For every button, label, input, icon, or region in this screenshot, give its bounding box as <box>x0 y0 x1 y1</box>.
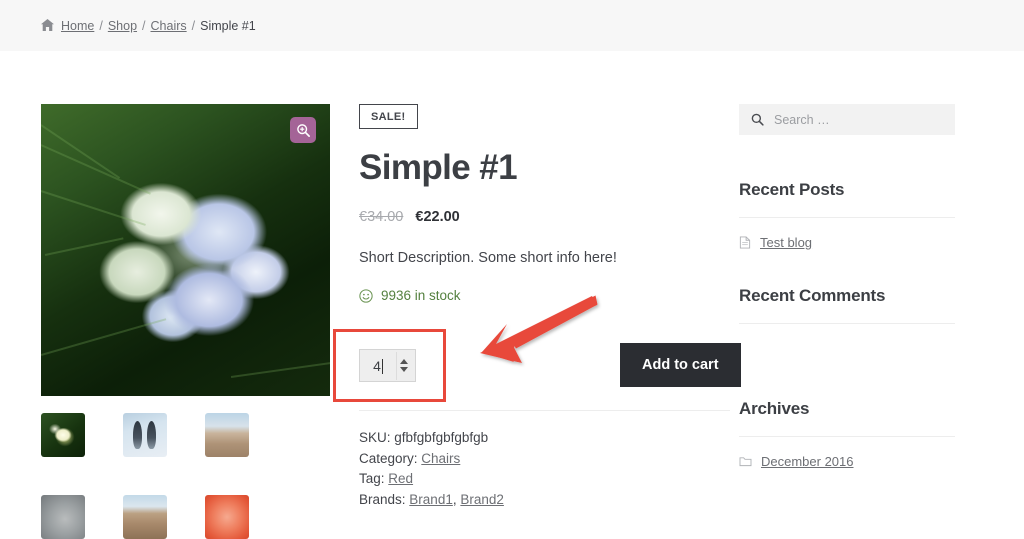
brands-label: Brands: <box>359 491 406 507</box>
recent-comments-empty <box>739 341 955 363</box>
image-zoom-button[interactable] <box>290 117 316 143</box>
quantity-value: 4 <box>373 357 381 374</box>
widget-title-archives: Archives <box>739 399 955 437</box>
document-icon <box>739 236 751 249</box>
add-to-cart-form: 4 Add to cart <box>333 329 741 402</box>
search-icon <box>751 113 764 126</box>
brand-link-2[interactable]: Brand2 <box>460 492 504 507</box>
quantity-input[interactable]: 4 <box>360 358 396 374</box>
sale-badge: SALE! <box>359 104 418 129</box>
breadcrumb: Home / Shop / Chairs / Simple #1 <box>0 0 1024 51</box>
product-photo <box>41 104 330 396</box>
short-description: Short Description. Some short info here! <box>359 250 617 266</box>
folder-icon <box>739 456 752 467</box>
breadcrumb-item-chairs[interactable]: Chairs <box>151 19 187 33</box>
sku-value: gfbfgbfgbfgbfgb <box>394 430 489 445</box>
meta-category: Category: Chairs <box>359 449 700 470</box>
brand-link-1[interactable]: Brand1 <box>409 492 453 507</box>
quantity-spinner[interactable] <box>396 351 411 380</box>
tag-label: Tag: <box>359 471 385 487</box>
thumbnail-3[interactable] <box>205 413 249 457</box>
breadcrumb-item-current: Simple #1 <box>200 18 256 33</box>
main-product-image[interactable] <box>41 104 330 396</box>
sku-label: SKU: <box>359 430 391 445</box>
breadcrumb-separator-2: / <box>142 18 146 33</box>
recent-post-link[interactable]: Test blog <box>760 235 812 250</box>
search-input[interactable]: Search … <box>774 113 830 127</box>
text-cursor <box>381 358 383 374</box>
home-icon <box>41 18 54 33</box>
breadcrumb-item-home[interactable]: Home <box>61 19 94 33</box>
quantity-stepper[interactable]: 4 <box>359 349 416 382</box>
category-label: Category: <box>359 450 418 466</box>
thumbnail-5[interactable] <box>123 495 167 539</box>
widget-recent-comments: Recent Comments <box>739 286 955 363</box>
breadcrumb-item-shop[interactable]: Shop <box>108 19 137 33</box>
add-to-cart-button[interactable]: Add to cart <box>620 343 741 387</box>
smiley-face-icon <box>359 288 373 303</box>
widget-archives: Archives December 2016 <box>739 399 955 469</box>
thumbnail-list <box>41 413 330 539</box>
sidebar: Search … Recent Posts Test blog Recent C… <box>700 51 955 539</box>
price-original: €34.00 <box>359 209 404 225</box>
meta-sku: SKU: gfbfgbfgbfgbfgb <box>359 428 700 449</box>
stock-text: 9936 in stock <box>381 288 461 303</box>
product-gallery <box>41 51 330 539</box>
magnifier-plus-icon <box>296 123 310 137</box>
product-meta: SKU: gfbfgbfgbfgbfgb Category: Chairs Ta… <box>359 428 700 510</box>
price-sale: €22.00 <box>415 209 460 225</box>
thumbnail-2[interactable] <box>123 413 167 457</box>
list-item[interactable]: December 2016 <box>739 454 955 469</box>
category-link[interactable]: Chairs <box>421 451 460 466</box>
spinner-up-icon[interactable] <box>400 359 408 364</box>
spinner-down-icon[interactable] <box>400 367 408 372</box>
meta-divider <box>359 410 730 411</box>
stock-status: 9936 in stock <box>359 288 700 303</box>
meta-brands: Brands: Brand1, Brand2 <box>359 490 700 511</box>
thumbnail-6[interactable] <box>205 495 249 539</box>
product-summary: SALE! Simple #1 €34.00 €22.00 Short Desc… <box>330 51 741 539</box>
thumbnail-4[interactable] <box>41 495 85 539</box>
widget-title-recent-posts: Recent Posts <box>739 180 955 218</box>
meta-tag: Tag: Red <box>359 469 700 490</box>
tag-link[interactable]: Red <box>388 471 413 486</box>
breadcrumb-separator-1: / <box>99 18 103 33</box>
thumbnail-1[interactable] <box>41 413 85 457</box>
price: €34.00 €22.00 <box>359 209 700 225</box>
archive-link[interactable]: December 2016 <box>761 454 854 469</box>
widget-recent-posts: Recent Posts Test blog <box>739 180 955 250</box>
breadcrumb-separator-3: / <box>191 18 196 33</box>
product-page: SALE! Simple #1 €34.00 €22.00 Short Desc… <box>0 51 1024 539</box>
page-title: Simple #1 <box>359 148 518 187</box>
search-box[interactable]: Search … <box>739 104 955 135</box>
list-item[interactable]: Test blog <box>739 235 955 250</box>
widget-title-recent-comments: Recent Comments <box>739 286 955 324</box>
